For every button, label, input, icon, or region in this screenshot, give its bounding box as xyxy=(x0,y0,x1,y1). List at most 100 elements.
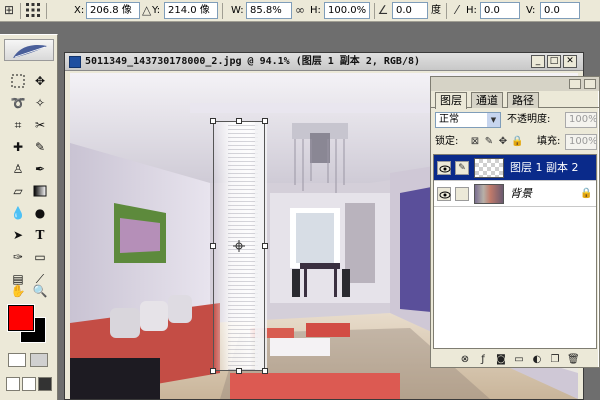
feather-logo[interactable] xyxy=(4,39,54,61)
maximize-button[interactable]: □ xyxy=(547,55,561,68)
palette-minimize-button[interactable] xyxy=(569,79,581,89)
lock-fill-row: 锁定: ⊠ ✎ ✥ 🔒 填充: 100% xyxy=(431,132,599,152)
pen-tool-icon[interactable]: ✑ xyxy=(8,247,28,267)
eye-icon[interactable] xyxy=(437,187,451,201)
shape-tool-icon[interactable]: ▭ xyxy=(30,247,50,267)
y-position-field[interactable]: 214.0 像 xyxy=(164,2,218,19)
fill-label: 填充: xyxy=(537,136,561,147)
document-title-bar[interactable]: 5011349_143730178000_2.jpg @ 94.1% (图层 1… xyxy=(65,53,583,71)
adjustment-layer-icon[interactable]: ◐ xyxy=(531,354,543,366)
move-tool-icon[interactable]: ✥ xyxy=(30,71,50,91)
skew-horizontal-field[interactable]: 0.0 xyxy=(480,2,520,19)
blur-tool-icon[interactable]: 💧 xyxy=(8,203,28,223)
fill-field[interactable]: 100% xyxy=(565,134,597,150)
layer-list: ✎ 图层 1 副本 2 背景 🔒 xyxy=(433,154,597,349)
layer-name: 背景 xyxy=(510,187,532,200)
transform-handle-bottom-center[interactable] xyxy=(236,368,242,374)
reference-point-icon[interactable]: ⊞ xyxy=(2,2,16,19)
lock-position-icon[interactable]: ✥ xyxy=(497,136,509,148)
close-button[interactable]: ✕ xyxy=(563,55,577,68)
transform-handle-middle-left[interactable] xyxy=(210,243,216,249)
lock-icon: 🔒 xyxy=(580,188,593,199)
dodge-tool-icon[interactable]: ● xyxy=(30,203,50,223)
palette-close-button[interactable] xyxy=(584,79,596,89)
layer-mask-icon[interactable]: ◙ xyxy=(495,354,507,366)
transform-center-point-icon[interactable] xyxy=(233,240,245,252)
tab-paths[interactable]: 路径 xyxy=(507,92,539,108)
new-layer-icon[interactable]: ❐ xyxy=(549,354,561,366)
layer-style-icon[interactable]: ƒ xyxy=(477,354,489,366)
skew-h-label: H: xyxy=(466,5,477,16)
healing-brush-tool-icon[interactable]: ✚ xyxy=(8,137,28,157)
minimize-button[interactable]: _ xyxy=(531,55,545,68)
eraser-tool-icon[interactable]: ▱ xyxy=(8,181,28,201)
blend-opacity-row: 正常 ▼ 不透明度: 100% xyxy=(431,110,599,130)
tab-channels[interactable]: 通道 xyxy=(471,92,503,108)
foreground-color-swatch[interactable] xyxy=(7,304,35,332)
standard-mode-button[interactable] xyxy=(8,353,26,367)
layer-row-copy-2[interactable]: ✎ 图层 1 副本 2 xyxy=(434,155,596,181)
options-divider xyxy=(46,3,47,19)
brush-tool-icon[interactable]: ✎ xyxy=(30,137,50,157)
history-brush-tool-icon[interactable]: ✒ xyxy=(30,159,50,179)
lock-all-icon[interactable]: 🔒 xyxy=(511,136,523,148)
transform-handle-top-right[interactable] xyxy=(262,118,268,124)
tab-layers[interactable]: 图层 xyxy=(435,92,467,109)
link-layers-icon[interactable]: ⊗ xyxy=(459,354,471,366)
width-scale-field[interactable]: 85.8% xyxy=(246,2,292,19)
new-group-icon[interactable]: ▭ xyxy=(513,354,525,366)
screen-mode-full-menu-button[interactable] xyxy=(22,377,36,391)
skew-icon: ⁄ xyxy=(455,3,458,17)
width-label: W: xyxy=(231,5,244,16)
zoom-tool-icon[interactable]: 🔍 xyxy=(30,281,50,301)
screen-mode-full-button[interactable] xyxy=(38,377,52,391)
crop-tool-icon[interactable]: ⌗ xyxy=(8,115,28,135)
blend-mode-value: 正常 xyxy=(439,114,459,125)
transform-handle-top-left[interactable] xyxy=(210,118,216,124)
blend-mode-select[interactable]: 正常 ▼ xyxy=(435,112,501,128)
lock-pixels-icon[interactable]: ✎ xyxy=(483,136,495,148)
link-slot-icon[interactable] xyxy=(455,187,469,201)
opacity-field[interactable]: 100% xyxy=(565,112,597,128)
x-label: X: xyxy=(74,5,85,16)
x-position-field[interactable]: 206.8 像 xyxy=(86,2,140,19)
screen-mode-standard-button[interactable] xyxy=(6,377,20,391)
marquee-tool-icon[interactable] xyxy=(8,71,28,91)
quick-mask-mode-button[interactable] xyxy=(30,353,48,367)
options-divider xyxy=(374,3,375,19)
layer-name: 图层 1 副本 2 xyxy=(510,161,579,174)
toolbox: ✥ ➰ ✧ ⌗ ✂ ✚ ✎ ♙ ✒ ▱ 💧 ● ➤ T ✑ ▭ ▤ ⟋ ✋ 🔍 xyxy=(0,34,58,400)
relative-position-icon[interactable]: △ xyxy=(142,2,151,19)
gradient-tool-icon[interactable] xyxy=(30,181,50,201)
lasso-tool-icon[interactable]: ➰ xyxy=(8,93,28,113)
transform-handle-top-center[interactable] xyxy=(236,118,242,124)
skew-v-label: V: xyxy=(526,5,536,16)
maintain-aspect-ratio-icon[interactable]: ∞ xyxy=(294,2,306,19)
layer-thumbnail xyxy=(474,184,504,204)
trash-icon[interactable]: 🗑 xyxy=(567,354,580,366)
skew-vertical-field[interactable]: 0.0 xyxy=(540,2,580,19)
path-selection-tool-icon[interactable]: ➤ xyxy=(8,225,28,245)
y-label: Y: xyxy=(152,5,161,16)
transform-handle-bottom-right[interactable] xyxy=(262,368,268,374)
palette-header[interactable] xyxy=(431,77,599,91)
transform-handle-middle-right[interactable] xyxy=(262,243,268,249)
eye-icon[interactable] xyxy=(437,161,451,175)
type-tool-icon[interactable]: T xyxy=(30,225,50,245)
clone-stamp-tool-icon[interactable]: ♙ xyxy=(8,159,28,179)
transform-handle-bottom-left[interactable] xyxy=(210,368,216,374)
document-icon xyxy=(69,56,81,68)
layers-palette: 图层 通道 路径 正常 ▼ 不透明度: 100% 锁定: ⊠ ✎ ✥ 🔒 填充:… xyxy=(430,76,600,368)
magic-wand-tool-icon[interactable]: ✧ xyxy=(30,93,50,113)
brush-icon[interactable]: ✎ xyxy=(455,161,469,175)
rotate-angle-field[interactable]: 0.0 xyxy=(392,2,428,19)
opacity-label: 不透明度: xyxy=(507,114,551,125)
photoshop-window: ⊞ X: 206.8 像 △ Y: 214.0 像 W: 85.8% ∞ H: … xyxy=(0,0,600,400)
hand-tool-icon[interactable]: ✋ xyxy=(8,281,28,301)
height-scale-field[interactable]: 100.0% xyxy=(324,2,370,19)
transform-options-bar: ⊞ X: 206.8 像 △ Y: 214.0 像 W: 85.8% ∞ H: … xyxy=(0,0,600,22)
slice-tool-icon[interactable]: ✂ xyxy=(30,115,50,135)
lock-transparency-icon[interactable]: ⊠ xyxy=(469,136,481,148)
layer-row-background[interactable]: 背景 🔒 xyxy=(434,181,596,207)
reference-grid-icon[interactable] xyxy=(24,2,42,19)
